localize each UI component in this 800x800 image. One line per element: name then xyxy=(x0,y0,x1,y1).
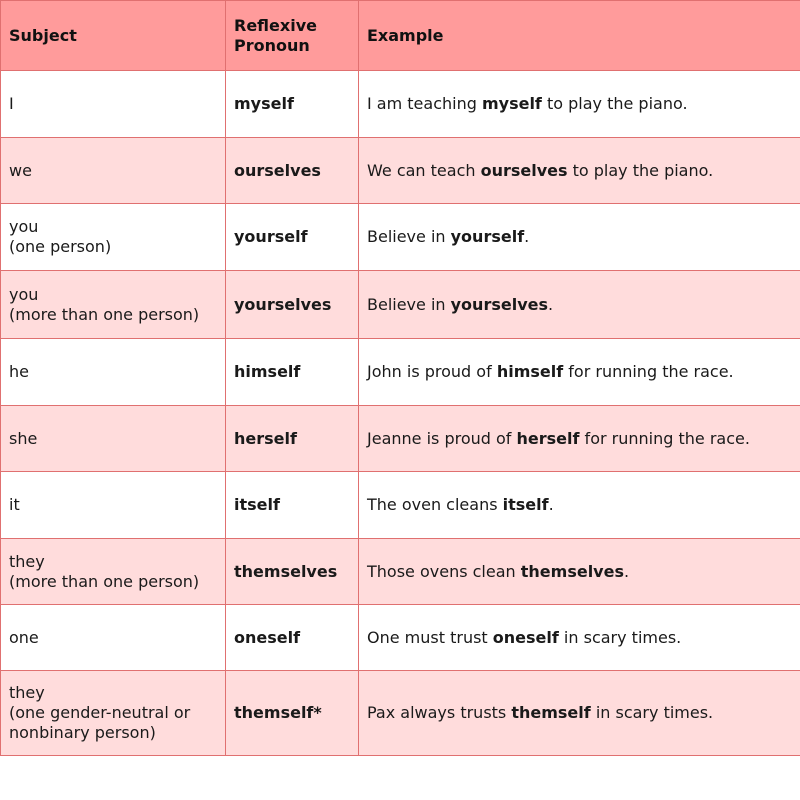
example-text: in scary times. xyxy=(558,627,682,647)
subject-note: (more than one person) xyxy=(9,571,200,591)
example-text: Believe in xyxy=(367,227,451,246)
example-text: One must trust xyxy=(367,627,493,647)
pronoun-cell: yourselves xyxy=(225,270,359,339)
pronoun-cell: ourselves xyxy=(225,137,359,204)
example-text: The oven cleans xyxy=(367,495,503,514)
subject: she xyxy=(9,428,38,448)
example-text: to play the piano. xyxy=(541,94,688,113)
subject-cell: you (one person) xyxy=(0,203,226,271)
example-text: Jeanne is proud of xyxy=(367,428,517,448)
subject-cell: they (one gender-neutral or nonbinary per… xyxy=(0,670,226,756)
subject: it xyxy=(9,495,20,514)
example-cell: The oven cleans itself. xyxy=(358,471,800,539)
subject: they xyxy=(9,683,45,702)
example-text: Those ovens clean xyxy=(367,561,521,581)
subject-cell: he xyxy=(0,338,226,406)
subject-cell: one xyxy=(0,604,226,671)
example-pronoun: themself xyxy=(511,703,591,722)
example-pronoun: myself xyxy=(481,94,542,113)
subject: we xyxy=(9,160,32,180)
subject: you xyxy=(9,217,39,236)
reflexive-pronoun-table: Subject Reflexive Pronoun Example Imysel… xyxy=(0,0,800,756)
example-text: for running the race. xyxy=(563,362,734,381)
subject: you xyxy=(9,284,39,304)
subject: he xyxy=(9,362,29,381)
example-text: Pax always trusts xyxy=(367,703,512,722)
example-text: to play the piano. xyxy=(567,160,714,180)
example-cell: John is proud of himself for running the… xyxy=(358,338,800,406)
pronoun-cell: itself xyxy=(225,471,359,539)
example-text: I am teaching xyxy=(367,94,482,113)
example-cell: We can teach ourselves to play the piano… xyxy=(358,137,800,204)
example-text: . xyxy=(623,561,630,581)
subject-cell: they (more than one person) xyxy=(0,538,226,605)
table-row: it itself The oven cleans itself. xyxy=(0,471,800,539)
example-cell: I am teaching myself to play the piano. xyxy=(358,70,800,138)
subject-note: (one person) xyxy=(9,237,112,256)
pronoun-cell: oneself xyxy=(225,604,359,671)
header-subject: Subject xyxy=(0,0,226,71)
table-row: you (one person) yourself Believe in yourse… xyxy=(0,203,800,271)
table-row: she herself Jeanne is proud of herself for… xyxy=(0,405,800,472)
example-cell: Believe in yourself. xyxy=(358,203,800,271)
header-row: Subject Reflexive Pronoun Example xyxy=(0,0,800,71)
subject-cell: I xyxy=(0,70,226,138)
pronoun-cell: themself* xyxy=(225,670,359,756)
table-row: we ourselves We can teach ourselves to pla… xyxy=(0,137,800,204)
example-pronoun: herself xyxy=(516,428,580,448)
example-pronoun: yourselves xyxy=(450,294,548,314)
example-pronoun: themselves xyxy=(520,561,624,581)
example-pronoun: oneself xyxy=(492,627,559,647)
example-text: for running the race. xyxy=(579,428,750,448)
table-row: he himself John is proud of himself for ru… xyxy=(0,338,800,406)
subject: they xyxy=(9,551,45,571)
subject-cell: it xyxy=(0,471,226,539)
pronoun-cell: yourself xyxy=(225,203,359,271)
example-cell: Believe in yourselves. xyxy=(358,270,800,339)
subject-note: (one gender-neutral or nonbinary person) xyxy=(9,703,191,742)
subject-cell: you (more than one person) xyxy=(0,270,226,339)
header-example: Example xyxy=(358,0,800,71)
subject-cell: she xyxy=(0,405,226,472)
table-row: they (one gender-neutral or nonbinary per… xyxy=(0,670,800,756)
example-text: in scary times. xyxy=(590,703,714,722)
example-cell: Those ovens clean themselves. xyxy=(358,538,800,605)
pronoun-cell: herself xyxy=(225,405,359,472)
example-pronoun: himself xyxy=(496,362,564,381)
subject-cell: we xyxy=(0,137,226,204)
pronoun-cell: themselves xyxy=(225,538,359,605)
example-text: . xyxy=(548,495,554,514)
example-pronoun: yourself xyxy=(450,227,525,246)
table-row: Imyself I am teaching myself to play the … xyxy=(0,70,800,138)
example-cell: One must trust oneself in scary times. xyxy=(358,604,800,671)
example-text: We can teach xyxy=(367,160,481,180)
example-pronoun: itself xyxy=(502,495,549,514)
subject-note: (more than one person) xyxy=(9,304,200,324)
pronoun-cell: myself xyxy=(225,70,359,138)
example-cell: Pax always trusts themself in scary time… xyxy=(358,670,800,756)
table-row: you (more than one person) yourselves Belie… xyxy=(0,270,800,339)
subject: I xyxy=(9,94,14,113)
example-text: John is proud of xyxy=(367,362,497,381)
example-cell: Jeanne is proud of herself for running t… xyxy=(358,405,800,472)
pronoun-cell: himself xyxy=(225,338,359,406)
example-text: . xyxy=(524,227,530,246)
table-row: they (more than one person) themselves Thos… xyxy=(0,538,800,605)
table-row: one oneself One must trust oneself in scar… xyxy=(0,604,800,671)
subject: one xyxy=(9,627,39,647)
example-text: Believe in xyxy=(367,294,451,314)
header-pronoun: Reflexive Pronoun xyxy=(225,0,359,71)
example-pronoun: ourselves xyxy=(480,160,568,180)
example-text: . xyxy=(548,294,554,314)
